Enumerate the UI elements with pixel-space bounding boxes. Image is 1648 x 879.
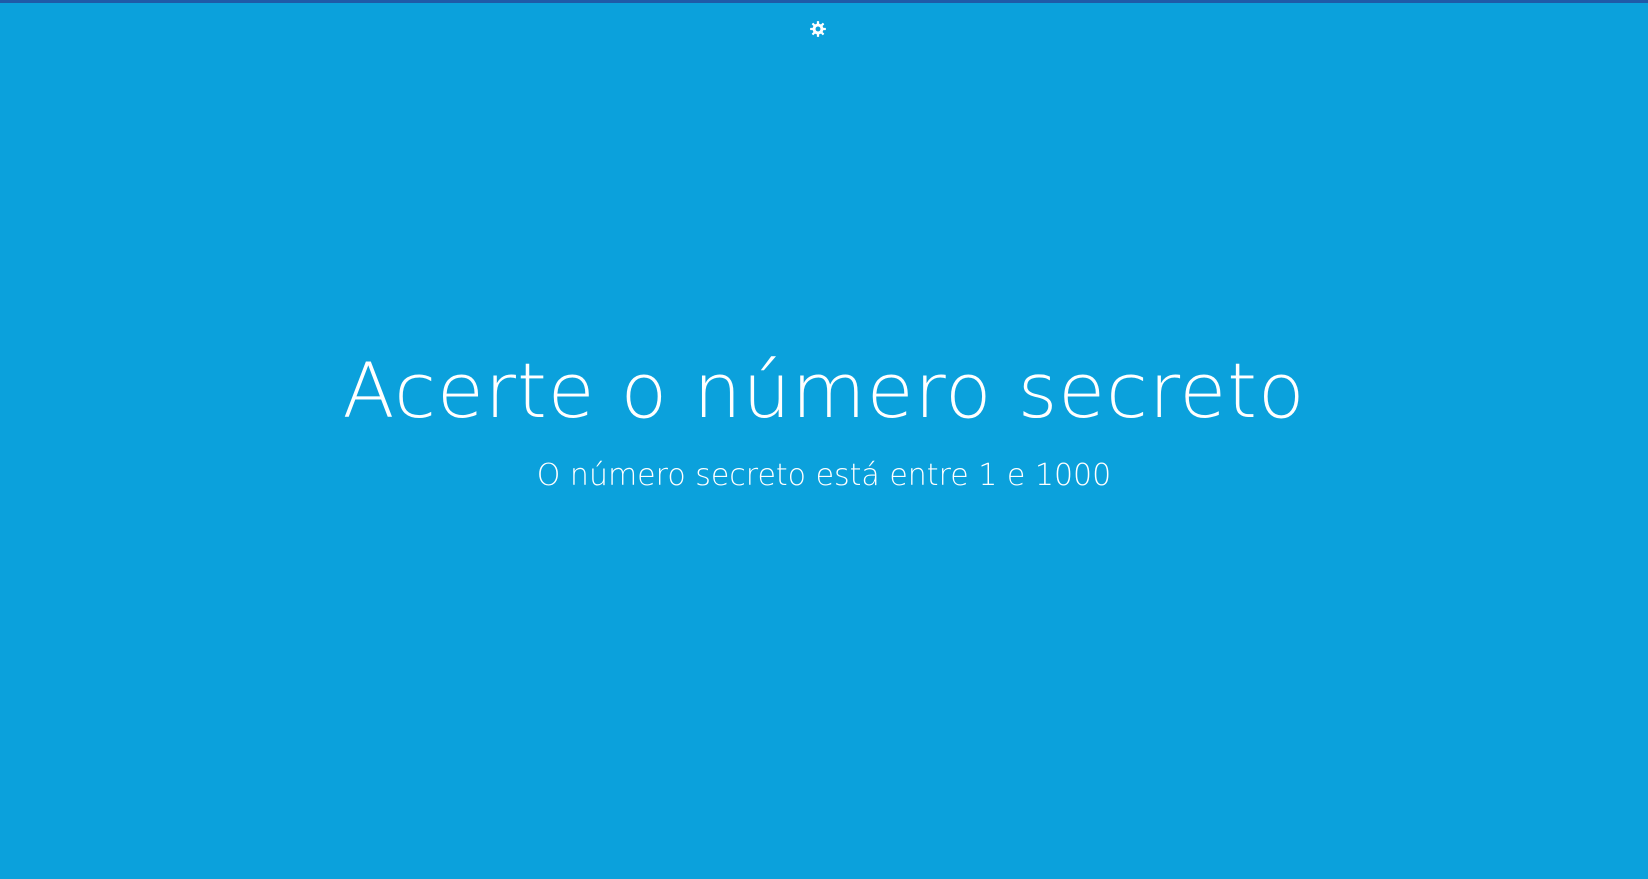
page-title: Acerte o número secreto bbox=[342, 346, 1306, 435]
main-content: Acerte o número secreto O número secreto… bbox=[0, 0, 1648, 879]
page-subtitle: O número secreto está entre 1 e 1000 bbox=[536, 458, 1112, 493]
